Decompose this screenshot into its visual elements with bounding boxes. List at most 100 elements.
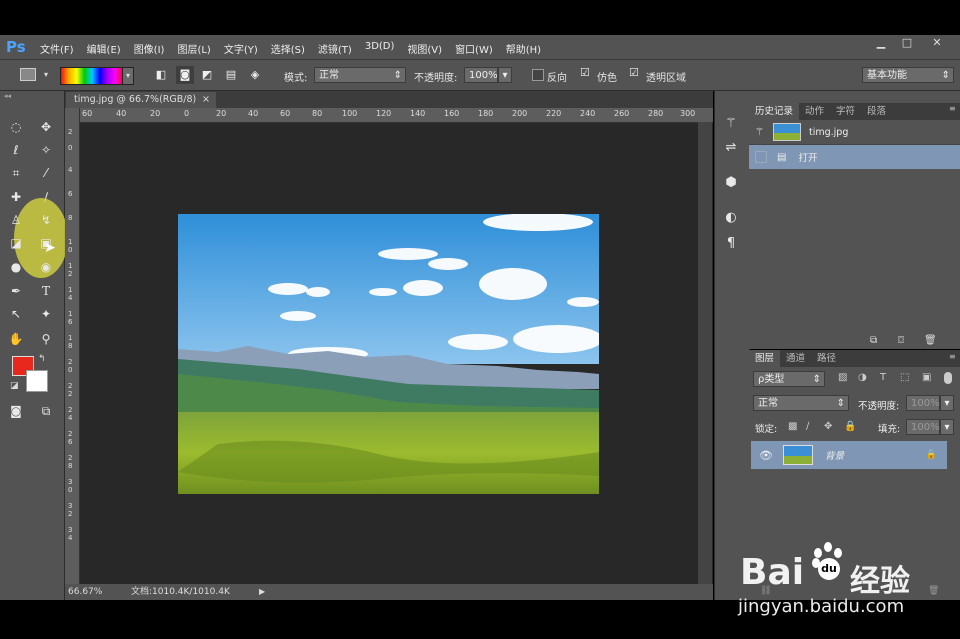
- eye-visibility-icon[interactable]: 👁: [759, 449, 773, 462]
- history-step[interactable]: ▤ 打开: [749, 145, 960, 169]
- zoom-level[interactable]: 66.67%: [68, 584, 102, 600]
- gradient-preview[interactable]: [60, 67, 124, 85]
- layer-row[interactable]: 👁 背景 🔒: [751, 441, 947, 469]
- menu-file[interactable]: 文件(F): [40, 41, 74, 56]
- path-selection-tool-icon[interactable]: ↖: [6, 305, 26, 323]
- gradient-picker-arrow-icon[interactable]: ▾: [122, 67, 134, 85]
- lock-transparent-icon[interactable]: ▩: [788, 421, 797, 432]
- menu-select[interactable]: 选择(S): [271, 41, 305, 56]
- close-button[interactable]: ✕: [926, 36, 948, 50]
- collapse-icon[interactable]: ◂◂: [4, 92, 11, 100]
- tab-history[interactable]: 历史记录: [749, 103, 800, 120]
- chevron-down-icon[interactable]: ▾: [44, 70, 48, 79]
- linear-gradient-icon[interactable]: ◧: [152, 66, 170, 84]
- blur-tool-icon[interactable]: ●: [6, 258, 26, 276]
- eyedropper-tool-icon[interactable]: ⁄: [36, 164, 56, 182]
- filter-adjustment-icon[interactable]: ◑: [858, 372, 867, 383]
- layers-panel-menu-icon[interactable]: ≡: [949, 352, 956, 361]
- filter-toggle[interactable]: [944, 372, 952, 384]
- step-checkbox[interactable]: [755, 151, 767, 163]
- reflected-gradient-icon[interactable]: ▤: [222, 66, 240, 84]
- marquee-tool-icon[interactable]: ◌: [6, 118, 26, 136]
- history-panel-icon[interactable]: ⚚: [720, 114, 742, 134]
- fill-dropdown-icon[interactable]: ▾: [940, 419, 954, 435]
- radial-gradient-icon[interactable]: ◙: [176, 66, 194, 84]
- zoom-tool-icon[interactable]: ⚲: [36, 330, 56, 348]
- trash-icon[interactable]: 🗑: [924, 335, 937, 346]
- pen-tool-icon[interactable]: ✒: [6, 282, 26, 300]
- layer-name[interactable]: 背景: [825, 448, 844, 462]
- crop-tool-icon[interactable]: ⌗: [6, 164, 26, 182]
- layer-opacity-input[interactable]: 100%: [906, 395, 940, 411]
- gradient-tool-icon[interactable]: [20, 68, 36, 81]
- menu-image[interactable]: 图像(I): [134, 41, 165, 56]
- opacity-input[interactable]: 100%: [464, 67, 498, 83]
- filter-smart-object-icon[interactable]: ▣: [922, 372, 931, 383]
- camera-snapshot-icon[interactable]: ⌼: [898, 335, 904, 346]
- menu-help[interactable]: 帮助(H): [506, 41, 541, 56]
- tab-layers[interactable]: 图层: [749, 350, 781, 367]
- menu-filter[interactable]: 滤镜(T): [318, 41, 352, 56]
- move-tool-icon[interactable]: ✥: [36, 118, 56, 136]
- lock-position-icon[interactable]: ✥: [824, 421, 832, 432]
- layer-filter-select[interactable]: ρ类型 ⇕: [753, 371, 825, 387]
- magic-wand-tool-icon[interactable]: ✧: [36, 141, 56, 159]
- tab-character[interactable]: 字符: [830, 103, 861, 120]
- healing-brush-tool-icon[interactable]: ✚: [6, 188, 26, 206]
- transparency-checkbox[interactable]: ☑: [629, 66, 639, 79]
- canvas-scrollbar[interactable]: [698, 122, 712, 584]
- blend-mode-select[interactable]: 正常 ⇕: [753, 395, 849, 411]
- history-panel-menu-icon[interactable]: ≡: [949, 104, 956, 113]
- default-colors-icon[interactable]: ◪: [10, 381, 19, 391]
- document-tab[interactable]: timg.jpg @ 66.7%(RGB/8) ×: [66, 92, 216, 108]
- minimize-button[interactable]: ▁: [870, 36, 892, 50]
- workspace-select[interactable]: 基本功能 ⇕: [862, 67, 954, 83]
- 3d-panel-icon[interactable]: ⬢: [720, 173, 742, 193]
- history-brush-tool-icon[interactable]: ↯: [36, 211, 56, 229]
- lasso-tool-icon[interactable]: ℓ: [6, 141, 26, 159]
- history-brush-source-icon[interactable]: ⚚: [755, 127, 767, 138]
- history-snapshot[interactable]: ⚚ timg.jpg: [749, 120, 960, 145]
- status-menu-arrow-icon[interactable]: ▶: [259, 584, 265, 600]
- reverse-checkbox[interactable]: [532, 69, 544, 84]
- document-tab-close-icon[interactable]: ×: [202, 92, 210, 108]
- background-color-swatch[interactable]: [26, 370, 48, 392]
- actions-panel-icon[interactable]: ⇌: [720, 138, 742, 158]
- screen-mode-icon[interactable]: ⧉: [36, 402, 56, 420]
- menu-view[interactable]: 视图(V): [407, 41, 442, 56]
- opacity-dropdown-icon[interactable]: ▾: [498, 67, 512, 83]
- filter-type-icon[interactable]: T: [880, 372, 886, 383]
- swap-colors-icon[interactable]: ↰: [38, 354, 46, 364]
- landscape-image[interactable]: [178, 214, 599, 494]
- menu-type[interactable]: 文字(Y): [224, 41, 258, 56]
- hand-tool-icon[interactable]: ✋: [6, 330, 26, 348]
- lock-image-icon[interactable]: ∕: [806, 421, 809, 432]
- menu-3d[interactable]: 3D(D): [365, 41, 395, 56]
- tab-channels[interactable]: 通道: [780, 350, 811, 367]
- dither-checkbox[interactable]: ☑: [580, 66, 590, 79]
- fill-input[interactable]: 100%: [906, 419, 940, 435]
- adjustments-panel-icon[interactable]: ◐: [720, 208, 742, 228]
- eraser-tool-icon[interactable]: ◪: [6, 234, 26, 252]
- menu-edit[interactable]: 编辑(E): [87, 41, 121, 56]
- clone-stamp-tool-icon[interactable]: ♙: [6, 211, 26, 229]
- menu-layer[interactable]: 图层(L): [177, 41, 210, 56]
- lock-all-icon[interactable]: 🔒: [844, 421, 856, 432]
- tab-paths[interactable]: 路径: [811, 350, 842, 367]
- filter-shape-icon[interactable]: ⬚: [900, 372, 909, 383]
- menu-window[interactable]: 窗口(W): [455, 41, 493, 56]
- tab-paragraph[interactable]: 段落: [861, 103, 892, 120]
- mode-select[interactable]: 正常 ⇕: [314, 67, 406, 83]
- new-document-from-state-icon[interactable]: ⧉: [870, 335, 877, 346]
- diamond-gradient-icon[interactable]: ◈: [246, 66, 264, 84]
- paragraph-panel-icon[interactable]: ¶: [720, 234, 742, 254]
- layer-opacity-dropdown-icon[interactable]: ▾: [940, 395, 954, 411]
- custom-shape-tool-icon[interactable]: ✦: [36, 305, 56, 323]
- tab-actions[interactable]: 动作: [799, 103, 830, 120]
- quick-mask-icon[interactable]: ◙: [6, 402, 26, 420]
- filter-pixel-icon[interactable]: ▨: [838, 372, 847, 383]
- angle-gradient-icon[interactable]: ◩: [198, 66, 216, 84]
- maximize-button[interactable]: □: [896, 36, 918, 50]
- type-tool-icon[interactable]: T: [36, 282, 56, 300]
- dodge-tool-icon[interactable]: ◉: [36, 258, 56, 276]
